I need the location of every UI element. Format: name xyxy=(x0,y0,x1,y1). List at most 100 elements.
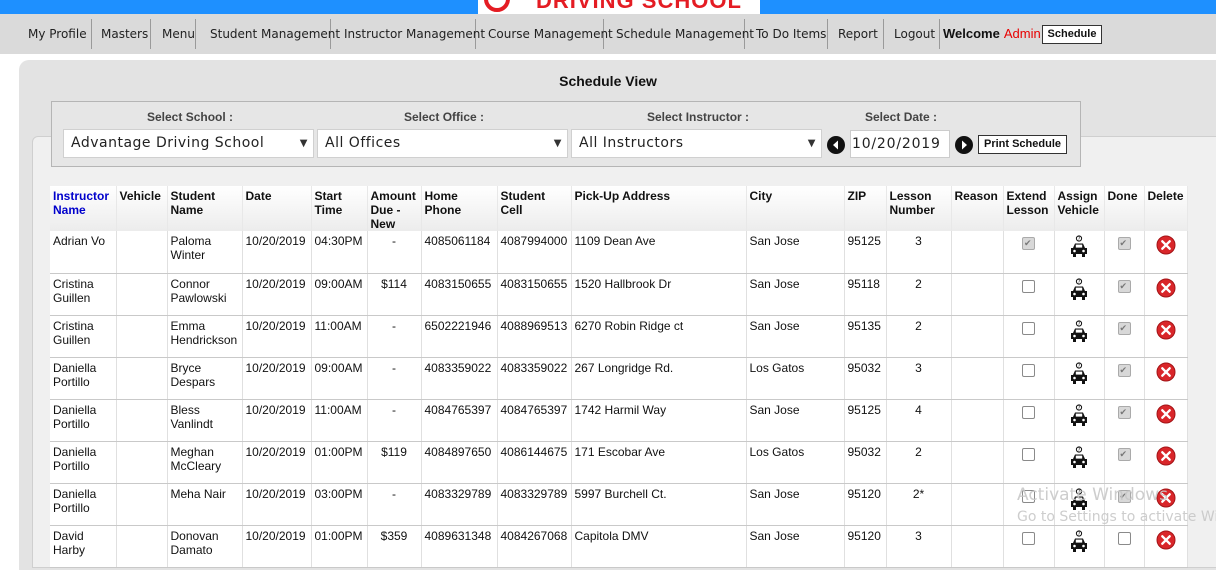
extend-lesson-checkbox[interactable] xyxy=(1022,363,1035,377)
extend-lesson-checkbox[interactable] xyxy=(1022,236,1035,250)
nav-logout[interactable]: Logout xyxy=(890,19,940,49)
car-icon[interactable]: ? xyxy=(1068,277,1090,305)
extend-lesson-checkbox[interactable] xyxy=(1022,321,1035,335)
cell-instructor-name[interactable]: Cristina Guillen xyxy=(50,273,117,316)
next-date-icon[interactable] xyxy=(955,136,973,154)
office-select[interactable]: All Offices ▼ xyxy=(317,129,568,158)
table-row: Daniella Portillo Bless Vanlindt 10/20/201… xyxy=(50,399,1188,442)
cell-date: 10/20/2019 xyxy=(242,357,312,400)
nav-my-profile[interactable]: My Profile xyxy=(24,19,92,49)
cell-instructor-name[interactable]: Daniella Portillo xyxy=(50,483,117,526)
current-user: Admin xyxy=(1003,26,1041,41)
date-input[interactable]: 10/20/2019 xyxy=(850,130,950,158)
col-assign-vehicle: Assign Vehicle xyxy=(1054,186,1105,231)
done-checkbox[interactable] xyxy=(1117,321,1131,335)
cell-instructor-name[interactable]: Daniella Portillo xyxy=(50,399,117,442)
driving-school-logo: DRIVING SCHOOL xyxy=(478,0,760,14)
cell-reason xyxy=(951,357,1004,400)
print-schedule-button[interactable]: Print Schedule xyxy=(978,135,1067,154)
cell-delete xyxy=(1144,357,1188,400)
cell-delete xyxy=(1144,231,1188,274)
car-icon[interactable]: ? xyxy=(1068,403,1090,431)
cell-city: San Jose xyxy=(746,231,845,274)
cell-instructor-name[interactable]: Cristina Guillen xyxy=(50,315,117,358)
cell-instructor-name[interactable]: Adrian Vo xyxy=(50,231,117,274)
extend-lesson-checkbox[interactable] xyxy=(1022,279,1035,293)
col-delete: Delete xyxy=(1144,186,1188,231)
cell-instructor-name[interactable]: Daniella Portillo xyxy=(50,441,117,484)
nav-report[interactable]: Report xyxy=(834,19,884,49)
col-instructor-name[interactable]: Instructor Name xyxy=(50,186,117,231)
instructor-select[interactable]: All Instructors ▼ xyxy=(571,129,822,158)
cell-home-phone: 6502221946 xyxy=(421,315,498,358)
col-student-cell: Student Cell xyxy=(497,186,572,231)
cell-city: San Jose xyxy=(746,483,845,526)
table-row: Daniella Portillo Bryce Despars 10/20/2019… xyxy=(50,357,1188,400)
cell-home-phone: 4084765397 xyxy=(421,399,498,442)
extend-lesson-checkbox[interactable] xyxy=(1022,405,1035,419)
col-home-phone: Home Phone xyxy=(421,186,498,231)
car-icon[interactable]: ? xyxy=(1068,445,1090,473)
done-checkbox[interactable] xyxy=(1117,447,1131,461)
delete-icon[interactable] xyxy=(1156,235,1176,258)
cell-extend-lesson xyxy=(1003,315,1055,358)
nav-schedule-management[interactable]: Schedule Management xyxy=(612,19,754,49)
cell-student-cell: 4083150655 xyxy=(497,273,572,316)
svg-text:?: ? xyxy=(1078,531,1081,537)
prev-date-icon[interactable] xyxy=(827,136,845,154)
nav-student-management[interactable]: Student Management xyxy=(206,19,340,49)
school-select[interactable]: Advantage Driving School ▼ xyxy=(63,129,314,158)
watermark-line-1: Activate Windows xyxy=(1017,485,1168,505)
col-zip: ZIP xyxy=(844,186,887,231)
car-icon[interactable]: ? xyxy=(1068,235,1090,262)
extend-lesson-checkbox[interactable] xyxy=(1022,447,1035,461)
delete-icon[interactable] xyxy=(1156,320,1176,343)
cell-lesson-number: 4 xyxy=(886,399,952,442)
col-amount-due: Amount Due - New xyxy=(367,186,422,231)
cell-date: 10/20/2019 xyxy=(242,525,312,568)
car-icon[interactable]: ? xyxy=(1068,319,1090,347)
office-select-value: All Offices xyxy=(325,135,401,151)
cell-home-phone: 4083150655 xyxy=(421,273,498,316)
nav-course-management[interactable]: Course Management xyxy=(484,19,613,49)
schedule-button[interactable]: Schedule xyxy=(1042,25,1102,44)
table-row: Daniella Portillo Meghan McCleary 10/20/20… xyxy=(50,441,1188,484)
cell-amount-due: $359 xyxy=(367,525,422,568)
cell-date: 10/20/2019 xyxy=(242,273,312,316)
delete-icon[interactable] xyxy=(1156,446,1176,469)
delete-icon[interactable] xyxy=(1156,530,1176,553)
nav-to-do-items[interactable]: To Do Items xyxy=(752,19,828,49)
done-checkbox[interactable] xyxy=(1117,236,1131,250)
cell-instructor-name[interactable]: David Harby xyxy=(50,525,117,568)
svg-text:?: ? xyxy=(1078,405,1081,411)
delete-icon[interactable] xyxy=(1156,278,1176,301)
logo-mark xyxy=(484,0,510,12)
cell-vehicle xyxy=(116,399,168,442)
table-row: Cristina Guillen Connor Pawlowski 10/20/20… xyxy=(50,273,1188,316)
car-icon[interactable]: ? xyxy=(1068,529,1090,557)
cell-home-phone: 4085061184 xyxy=(421,231,498,274)
main-nav: My Profile Masters Menu Student Manageme… xyxy=(0,14,1216,54)
col-start-time: Start Time xyxy=(311,186,368,231)
delete-icon[interactable] xyxy=(1156,404,1176,427)
done-checkbox[interactable] xyxy=(1117,531,1131,545)
done-checkbox[interactable] xyxy=(1117,279,1131,293)
extend-lesson-checkbox[interactable] xyxy=(1022,531,1035,545)
cell-instructor-name[interactable]: Daniella Portillo xyxy=(50,357,117,400)
cell-reason xyxy=(951,231,1004,274)
cell-reason xyxy=(951,273,1004,316)
car-icon[interactable]: ? xyxy=(1068,361,1090,389)
cell-extend-lesson xyxy=(1003,525,1055,568)
delete-icon[interactable] xyxy=(1156,362,1176,385)
cell-home-phone: 4089631348 xyxy=(421,525,498,568)
cell-amount-due: - xyxy=(367,357,422,400)
nav-masters[interactable]: Masters xyxy=(97,19,151,49)
done-checkbox[interactable] xyxy=(1117,363,1131,377)
cell-student-cell: 4083329789 xyxy=(497,483,572,526)
cell-date: 10/20/2019 xyxy=(242,399,312,442)
cell-zip: 95032 xyxy=(844,357,887,400)
nav-menu[interactable]: Menu xyxy=(158,19,196,49)
nav-instructor-management[interactable]: Instructor Management xyxy=(340,19,485,49)
done-checkbox[interactable] xyxy=(1117,405,1131,419)
cell-amount-due: - xyxy=(367,483,422,526)
